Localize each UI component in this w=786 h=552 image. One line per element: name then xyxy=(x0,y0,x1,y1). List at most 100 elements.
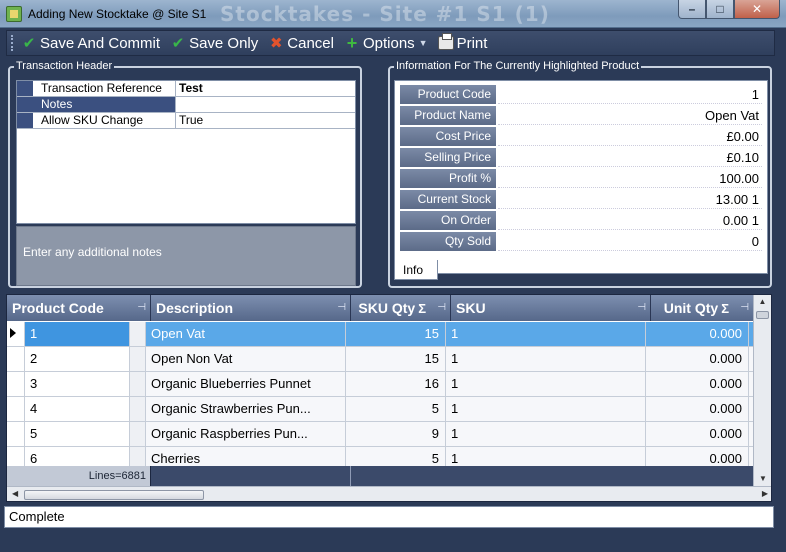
info-label: Cost Price xyxy=(400,127,496,146)
row-indicator[interactable] xyxy=(7,322,25,346)
notes-description-panel: Enter any additional notes xyxy=(16,226,356,286)
save-only-button[interactable]: ✔ Save Only xyxy=(170,35,259,53)
cancel-label: Cancel xyxy=(287,34,334,52)
property-row-notes[interactable]: Notes xyxy=(17,97,355,113)
info-label: Selling Price xyxy=(400,148,496,167)
cell-sku[interactable]: 1 xyxy=(446,397,646,421)
cell-sku-qty[interactable]: 15 xyxy=(346,322,446,346)
column-header-sku-qty[interactable]: SKU Qty Σ ⊣ xyxy=(351,295,451,321)
close-button[interactable]: ✕ xyxy=(734,0,780,19)
vertical-scrollbar[interactable]: ▲ ▼ xyxy=(753,295,771,486)
cell-product-code[interactable]: 5 xyxy=(25,422,130,446)
cell-sku-qty[interactable]: 9 xyxy=(346,422,446,446)
info-value: £0.10 xyxy=(498,148,762,167)
checkmark-icon: ✔ xyxy=(171,35,185,52)
scroll-right-icon[interactable]: ▶ xyxy=(762,489,768,498)
vertical-scroll-thumb[interactable] xyxy=(756,311,769,319)
pin-icon[interactable]: ⊣ xyxy=(637,295,646,321)
cell-product-code[interactable]: 1 xyxy=(25,322,130,346)
cell-unit-qty[interactable]: 0.000 xyxy=(646,397,749,421)
cell-unit-qty[interactable]: 0.000 xyxy=(646,422,749,446)
column-header-description[interactable]: Description ⊣ xyxy=(151,295,351,321)
transaction-header-legend: Transaction Header xyxy=(14,60,115,72)
cell-button[interactable] xyxy=(130,347,146,371)
maximize-button[interactable]: □ xyxy=(706,0,734,19)
row-indicator[interactable] xyxy=(7,422,25,446)
pin-icon[interactable]: ⊣ xyxy=(437,295,446,321)
notes-field[interactable] xyxy=(176,97,355,112)
info-value: £0.00 xyxy=(498,127,762,146)
edit-row-icon xyxy=(10,328,16,338)
cell-button[interactable] xyxy=(130,322,146,346)
scroll-left-icon[interactable]: ◀ xyxy=(12,489,18,498)
cell-description[interactable]: Organic Blueberries Punnet xyxy=(146,372,346,396)
column-header-sku[interactable]: SKU ⊣ xyxy=(451,295,651,321)
table-row[interactable]: 2 Open Non Vat 15 1 0.000 xyxy=(7,347,755,372)
info-row-product-name: Product Name Open Vat xyxy=(397,105,765,126)
product-info-group: Information For The Currently Highlighte… xyxy=(388,60,772,288)
property-row-allow-sku-change[interactable]: Allow SKU Change True xyxy=(17,113,355,129)
cell-product-code[interactable]: 3 xyxy=(25,372,130,396)
pin-icon[interactable]: ⊣ xyxy=(740,295,749,321)
cell-sku-qty[interactable]: 16 xyxy=(346,372,446,396)
scroll-up-icon[interactable]: ▲ xyxy=(754,295,771,309)
grid-footer: Lines=6881 xyxy=(7,466,755,486)
cell-description[interactable]: Organic Raspberries Pun... xyxy=(146,422,346,446)
window-title: Adding New Stocktake @ Site S1 xyxy=(28,7,207,21)
cell-sku[interactable]: 1 xyxy=(446,422,646,446)
cell-description[interactable]: Open Non Vat xyxy=(146,347,346,371)
toolbar: ✔ Save And Commit ✔ Save Only ✖ Cancel +… xyxy=(6,30,775,56)
toolbar-grip[interactable] xyxy=(11,35,15,51)
line-count: Lines=6881 xyxy=(7,466,151,486)
horizontal-scrollbar[interactable]: ◀ ▶ xyxy=(7,486,771,501)
row-indicator[interactable] xyxy=(7,372,25,396)
table-row[interactable]: 3 Organic Blueberries Punnet 16 1 0.000 xyxy=(7,372,755,397)
scroll-down-icon[interactable]: ▼ xyxy=(754,472,771,486)
cell-button[interactable] xyxy=(130,372,146,396)
cell-sku[interactable]: 1 xyxy=(446,322,646,346)
checkmark-icon: ✔ xyxy=(22,35,36,52)
table-row[interactable]: 4 Organic Strawberries Pun... 5 1 0.000 xyxy=(7,397,755,422)
column-header-unit-qty[interactable]: Unit Qty Σ ⊣ xyxy=(651,295,754,321)
cancel-button[interactable]: ✖ Cancel xyxy=(268,34,334,53)
property-key: Notes xyxy=(33,97,176,112)
save-and-commit-button[interactable]: ✔ Save And Commit xyxy=(21,34,161,53)
table-row[interactable]: 5 Organic Raspberries Pun... 9 1 0.000 xyxy=(7,422,755,447)
allow-sku-change-field[interactable]: True xyxy=(176,113,355,128)
pin-icon[interactable]: ⊣ xyxy=(337,295,346,321)
cell-sku[interactable]: 1 xyxy=(446,347,646,371)
transaction-properties-grid: Transaction Reference Test Notes Allow S… xyxy=(16,80,356,224)
property-row-transaction-reference[interactable]: Transaction Reference Test xyxy=(17,81,355,97)
row-indicator[interactable] xyxy=(7,397,25,421)
cell-unit-qty[interactable]: 0.000 xyxy=(646,347,749,371)
cell-description[interactable]: Organic Strawberries Pun... xyxy=(146,397,346,421)
print-button[interactable]: Print xyxy=(437,33,487,52)
minimize-button[interactable]: – xyxy=(678,0,706,19)
options-dropdown-button[interactable]: + Options ▼ xyxy=(344,33,428,53)
cell-sku-qty[interactable]: 15 xyxy=(346,347,446,371)
pin-icon[interactable]: ⊣ xyxy=(137,295,146,321)
product-info-legend: Information For The Currently Highlighte… xyxy=(394,60,642,72)
app-icon xyxy=(6,6,22,22)
cell-button[interactable] xyxy=(130,422,146,446)
horizontal-scroll-thumb[interactable] xyxy=(24,490,204,500)
cell-sku[interactable]: 1 xyxy=(446,372,646,396)
transaction-reference-field[interactable]: Test xyxy=(176,81,355,96)
cell-button[interactable] xyxy=(130,397,146,421)
table-row[interactable]: 1 Open Vat 15 1 0.000 xyxy=(7,322,755,347)
column-header-product-code[interactable]: Product Code ⊣ xyxy=(7,295,151,321)
tab-info[interactable]: Info xyxy=(394,260,438,280)
cell-product-code[interactable]: 4 xyxy=(25,397,130,421)
cell-product-code[interactable]: 2 xyxy=(25,347,130,371)
property-key: Transaction Reference xyxy=(33,81,176,96)
save-and-commit-label: Save And Commit xyxy=(40,34,161,52)
grid-header: Product Code ⊣ Description ⊣ SKU Qty Σ ⊣ … xyxy=(7,295,771,321)
cell-description[interactable]: Open Vat xyxy=(146,322,346,346)
cancel-icon: ✖ xyxy=(269,35,283,52)
cell-unit-qty[interactable]: 0.000 xyxy=(646,372,749,396)
cell-unit-qty[interactable]: 0.000 xyxy=(646,322,749,346)
row-indicator[interactable] xyxy=(7,347,25,371)
cell-sku-qty[interactable]: 5 xyxy=(346,397,446,421)
info-label: Product Name xyxy=(400,106,496,125)
info-label: Product Code xyxy=(400,85,496,104)
